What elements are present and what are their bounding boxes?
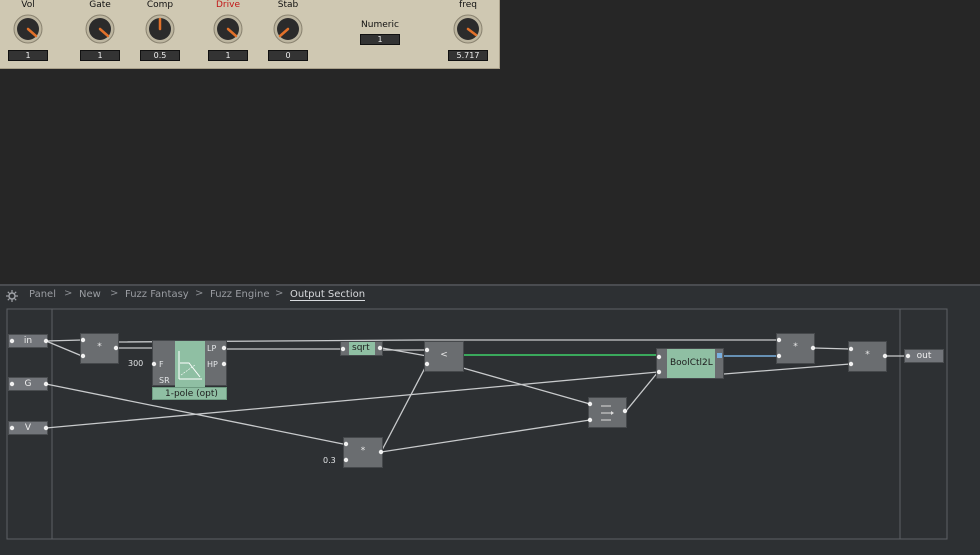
port-dot[interactable] xyxy=(340,346,346,352)
knob-value[interactable]: 1 xyxy=(80,50,120,61)
structure-editor: Panel > New > Fuzz Fantasy > Fuzz Engine… xyxy=(0,286,980,555)
knob-freq[interactable]: freq 5.717 xyxy=(443,0,493,62)
port-dot[interactable] xyxy=(587,417,593,423)
port-dot[interactable] xyxy=(221,361,227,367)
port-dot[interactable] xyxy=(9,425,15,431)
knob-dial-icon[interactable] xyxy=(13,14,43,44)
port-dot[interactable] xyxy=(43,381,49,387)
ports-layer xyxy=(9,337,911,463)
port-dot[interactable] xyxy=(622,408,628,414)
port-dot[interactable] xyxy=(343,441,349,447)
knob-dial-icon[interactable] xyxy=(85,14,115,44)
knob-label: Comp xyxy=(146,0,174,10)
port-dot[interactable] xyxy=(9,338,15,344)
port-dot[interactable] xyxy=(848,346,854,352)
knob-dial-icon[interactable] xyxy=(213,14,243,44)
port-dot[interactable] xyxy=(656,369,662,375)
port-dot[interactable] xyxy=(80,353,86,359)
port-dot[interactable] xyxy=(776,353,782,359)
port-dot[interactable] xyxy=(424,347,430,353)
knob-value[interactable]: 1 xyxy=(8,50,48,61)
knob-value[interactable]: 5.717 xyxy=(448,50,488,61)
port-dot[interactable] xyxy=(9,381,15,387)
port-dot[interactable] xyxy=(905,353,911,359)
knob-vol[interactable]: Vol 1 xyxy=(3,0,53,62)
knob-value[interactable]: 0 xyxy=(268,50,308,61)
port-dot[interactable] xyxy=(377,345,383,351)
knob-label: freq xyxy=(459,0,477,10)
knob-label: Stab xyxy=(277,0,299,10)
knob-label: Gate xyxy=(89,0,111,10)
numeric-label: Numeric xyxy=(361,20,399,30)
knob-stab[interactable]: Stab 0 xyxy=(263,0,313,62)
numeric-field[interactable]: 1 xyxy=(360,34,400,45)
knob-dial-icon[interactable] xyxy=(453,14,483,44)
knob-gate[interactable]: Gate 1 xyxy=(75,0,125,62)
knob-dial-icon[interactable] xyxy=(273,14,303,44)
port-dot[interactable] xyxy=(587,401,593,407)
knob-label: Drive xyxy=(216,0,240,10)
port-dot[interactable] xyxy=(656,354,662,360)
control-panel: Vol 1 Gate 1 Comp 0.5 Drive 1 Stab 0 Num… xyxy=(0,0,500,69)
port-dot[interactable] xyxy=(221,345,227,351)
port-dot[interactable] xyxy=(810,345,816,351)
port-dot[interactable] xyxy=(378,449,384,455)
port-dot[interactable] xyxy=(776,337,782,343)
port-dot[interactable] xyxy=(424,361,430,367)
port-dot[interactable] xyxy=(43,338,49,344)
port-dot[interactable] xyxy=(882,353,888,359)
port-dot[interactable] xyxy=(80,337,86,343)
port-dot[interactable] xyxy=(343,457,349,463)
port-dot[interactable] xyxy=(113,345,119,351)
port-dot[interactable] xyxy=(43,425,49,431)
knob-drive[interactable]: Drive 1 xyxy=(203,0,253,62)
port-dot[interactable] xyxy=(151,361,157,367)
knob-value[interactable]: 1 xyxy=(208,50,248,61)
knob-label: Vol xyxy=(21,0,35,10)
port-dot[interactable] xyxy=(848,361,854,367)
bool-port[interactable] xyxy=(717,353,722,358)
knob-comp[interactable]: Comp 0.5 xyxy=(135,0,185,62)
knob-value[interactable]: 0.5 xyxy=(140,50,180,61)
knob-dial-icon[interactable] xyxy=(145,14,175,44)
